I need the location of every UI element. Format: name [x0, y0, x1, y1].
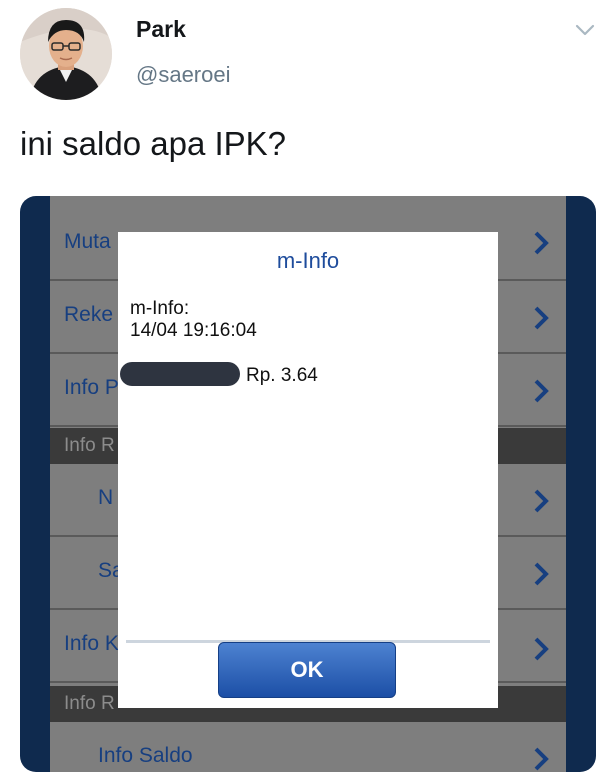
chevron-right-icon	[534, 379, 549, 403]
menu-row-label: Info K	[64, 632, 119, 655]
section-header-label: Info R	[64, 693, 115, 714]
chevron-right-icon	[534, 637, 549, 661]
chevron-right-icon	[534, 562, 549, 586]
redacted-account-bar	[120, 362, 240, 386]
dialog-title: m-Info	[276, 248, 340, 273]
display-name[interactable]: Park	[136, 16, 186, 43]
chevron-right-icon	[534, 747, 549, 771]
balance-amount: Rp. 3.64	[246, 365, 318, 386]
chevron-right-icon	[534, 231, 549, 255]
m-info-dialog: m-Info m-Info: 14/04 19:16:04 Rp. 3.64 O…	[118, 232, 498, 708]
menu-row-label: N	[98, 486, 114, 509]
section-header-label: Info R	[64, 435, 115, 456]
chevron-down-icon[interactable]	[572, 20, 598, 40]
menu-row-label: Info P	[64, 376, 119, 399]
tweet-text: ini saldo apa IPK?	[20, 125, 287, 162]
menu-row: Info Saldo	[50, 722, 566, 772]
menu-row-label: Info Saldo	[98, 744, 193, 767]
profile-photo	[20, 8, 112, 100]
user-handle[interactable]: @saeroei	[136, 62, 231, 88]
dialog-timestamp: 14/04 19:16:04	[130, 320, 257, 341]
menu-row-label: Reke	[64, 303, 114, 326]
avatar[interactable]	[20, 8, 112, 100]
menu-row-label: Muta	[64, 230, 111, 253]
ok-button[interactable]: OK	[218, 642, 396, 698]
chevron-right-icon	[534, 489, 549, 513]
dialog-info-label: m-Info:	[130, 298, 190, 319]
chevron-right-icon	[534, 306, 549, 330]
tweet-header: Park @saeroei	[0, 0, 600, 110]
